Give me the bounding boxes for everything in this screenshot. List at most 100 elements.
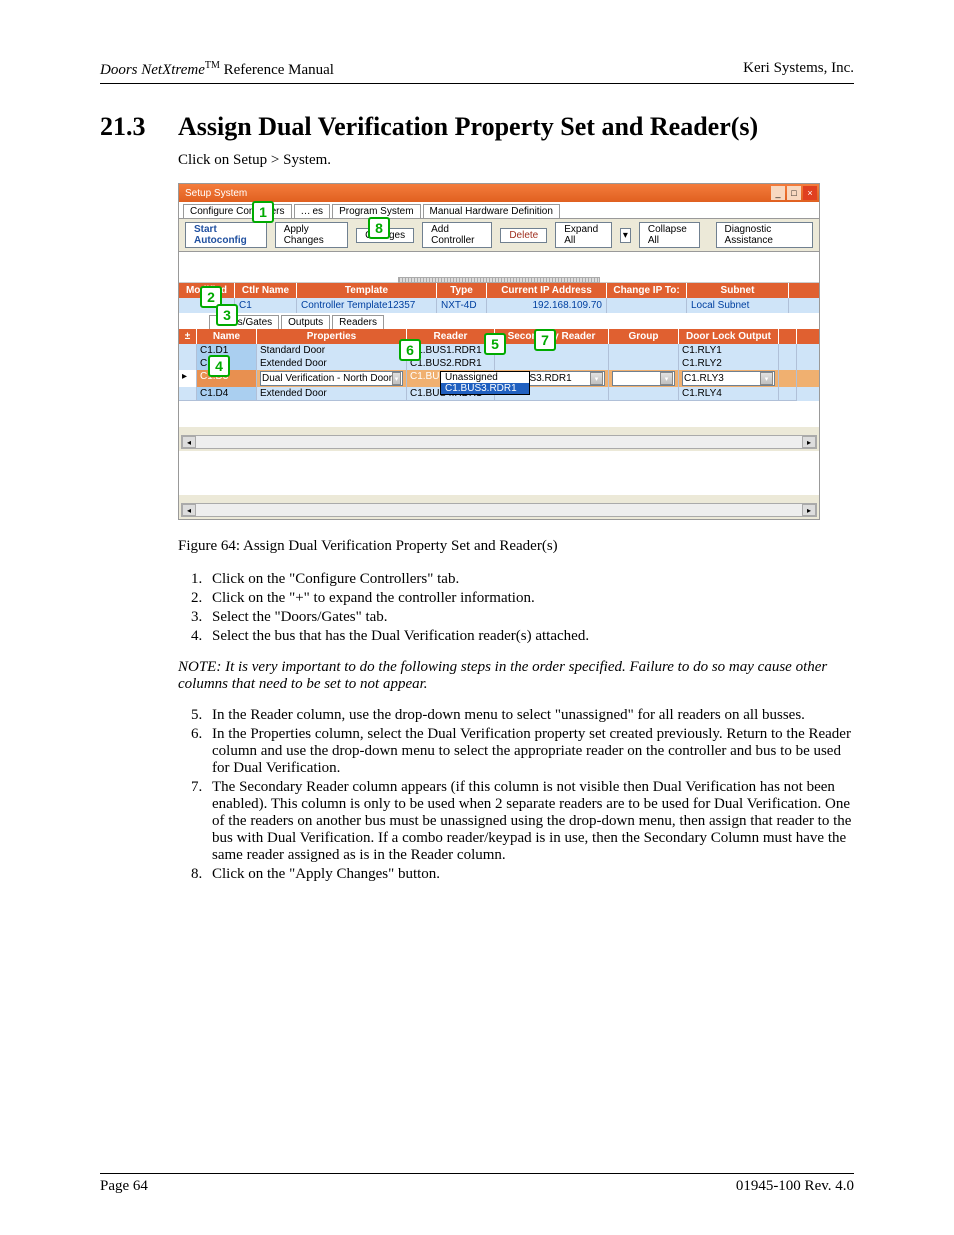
callout-3: 3 (216, 304, 238, 326)
cell-lock[interactable]: C1.RLY1 (679, 344, 779, 357)
minimize-icon[interactable]: _ (771, 186, 785, 200)
diagnostic-button[interactable]: Diagnostic Assistance (716, 222, 813, 248)
chevron-down-icon[interactable]: ▾ (590, 372, 603, 385)
close-icon[interactable]: × (803, 186, 817, 200)
steps-list-b: In the Reader column, use the drop-down … (178, 707, 854, 883)
list-item: Select the bus that has the Dual Verific… (206, 628, 854, 645)
callout-6: 6 (399, 339, 421, 361)
doc-type: Reference Manual (224, 62, 334, 78)
dropdown-option-selected[interactable]: C1.BUS3.RDR1 (441, 383, 529, 394)
callout-4: 4 (208, 355, 230, 377)
col-name[interactable]: Name (197, 329, 257, 344)
cell-name: C1 (235, 298, 297, 313)
steps-list-a: Click on the "Configure Controllers" tab… (178, 571, 854, 645)
col-expand[interactable]: ± (179, 329, 197, 344)
col-ctlr-name[interactable]: Ctlr Name (235, 283, 297, 298)
footer-page: Page 64 (100, 1178, 148, 1195)
start-autoconfig-button[interactable]: Start Autoconfig (185, 222, 267, 248)
tab-outputs[interactable]: Outputs (281, 315, 330, 329)
horizontal-scrollbar[interactable]: ◂ ▸ (181, 435, 817, 449)
splitter-handle[interactable] (398, 277, 600, 283)
chevron-down-icon[interactable]: ▾ (660, 372, 673, 385)
cell-group-dropdown[interactable]: ▾ (609, 370, 679, 387)
table-row[interactable]: C1.D2 Extended Door C1.BUS2.RDR1 C1.RLY2 (179, 357, 819, 370)
col-subnet[interactable]: Subnet (687, 283, 789, 298)
delete-button[interactable]: Delete (500, 228, 547, 243)
collapse-all-button[interactable]: Collapse All (639, 222, 700, 248)
controller-grid-header: Modified Ctlr Name Template Type Current… (179, 283, 819, 298)
list-item: In the Properties column, select the Dua… (206, 726, 854, 777)
callout-7: 7 (534, 329, 556, 351)
maximize-icon[interactable]: □ (787, 186, 801, 200)
product-name: Doors NetXtreme (100, 62, 205, 78)
cell-secondary[interactable] (495, 357, 609, 370)
list-item: Select the "Doors/Gates" tab. (206, 609, 854, 626)
callout-5: 5 (484, 333, 506, 355)
cell-group[interactable] (609, 387, 679, 401)
cell-lock[interactable]: C1.RLY2 (679, 357, 779, 370)
cell-lock-dropdown[interactable]: C1.RLY3▾ (679, 370, 779, 387)
col-type[interactable]: Type (437, 283, 487, 298)
toolbar: Start Autoconfig Apply Changes Changes A… (179, 219, 819, 252)
sub-tabs: Doors/Gates Outputs Readers (179, 313, 819, 329)
dropdown-option[interactable]: Unassigned (441, 372, 529, 383)
company-name: Keri Systems, Inc. (743, 60, 854, 79)
tab-hardware-definition[interactable]: Manual Hardware Definition (423, 204, 560, 218)
page-header: Doors NetXtremeTM Reference Manual Keri … (100, 60, 854, 79)
section-heading: 21.3Assign Dual Verification Property Se… (100, 112, 854, 142)
page-footer: Page 64 01945-100 Rev. 4.0 (100, 1173, 854, 1195)
cell-type: NXT-4D (437, 298, 487, 313)
add-controller-button[interactable]: Add Controller (422, 222, 492, 248)
blank-panel (179, 252, 819, 283)
callout-1: 1 (252, 201, 274, 223)
scroll-left-icon[interactable]: ◂ (182, 436, 196, 448)
secondary-reader-dropdown-list[interactable]: Unassigned C1.BUS3.RDR1 (440, 371, 530, 395)
list-item: Click on the "Configure Controllers" tab… (206, 571, 854, 588)
apply-changes-button[interactable]: Apply Changes (275, 222, 348, 248)
section-title: Assign Dual Verification Property Set an… (178, 112, 758, 141)
figure-caption: Figure 64: Assign Dual Verification Prop… (178, 538, 854, 555)
scroll-right-icon[interactable]: ▸ (802, 504, 816, 516)
top-tabs: Configure Controllers es Program System … (179, 202, 819, 219)
tab-truncated[interactable]: es (294, 204, 331, 218)
col-group[interactable]: Group (609, 329, 679, 344)
footer-rev: 01945-100 Rev. 4.0 (736, 1178, 854, 1195)
expand-all-dropdown-icon[interactable]: ▾ (620, 228, 631, 243)
scroll-right-icon[interactable]: ▸ (802, 436, 816, 448)
chevron-down-icon[interactable]: ▾ (392, 372, 401, 385)
list-item: Click on the "Apply Changes" button. (206, 866, 854, 883)
cell-template: Controller Template12357 (297, 298, 437, 313)
cell-properties[interactable]: Extended Door (257, 387, 407, 401)
horizontal-scrollbar[interactable]: ◂ ▸ (181, 503, 817, 517)
window-title: Setup System (185, 188, 247, 199)
col-door-lock-output[interactable]: Door Lock Output (679, 329, 779, 344)
cell-group[interactable] (609, 344, 679, 357)
list-item: In the Reader column, use the drop-down … (206, 707, 854, 724)
note-text: NOTE: It is very important to do the fol… (178, 659, 854, 693)
controller-row[interactable]: C1 Controller Template12357 NXT-4D 192.1… (179, 298, 819, 313)
cell-properties-dropdown[interactable]: Dual Verification - North Door▾ (257, 370, 407, 387)
col-properties[interactable]: Properties (257, 329, 407, 344)
col-template[interactable]: Template (297, 283, 437, 298)
trademark: TM (205, 60, 220, 71)
list-item: The Secondary Reader column appears (if … (206, 779, 854, 864)
cell-door-name: C1.D4 (197, 387, 257, 401)
tab-readers[interactable]: Readers (332, 315, 384, 329)
expand-all-button[interactable]: Expand All (555, 222, 612, 248)
tab-program-system[interactable]: Program System (332, 204, 420, 218)
cell-ip: 192.168.109.70 (487, 298, 607, 313)
cell-properties[interactable]: Standard Door (257, 344, 407, 357)
col-ip[interactable]: Current IP Address (487, 283, 607, 298)
list-item: Click on the "+" to expand the controlle… (206, 590, 854, 607)
chevron-down-icon[interactable]: ▾ (760, 372, 773, 385)
scroll-left-icon[interactable]: ◂ (182, 504, 196, 516)
section-number: 21.3 (100, 112, 178, 142)
tab-configure-controllers[interactable]: Configure Controllers (183, 204, 292, 218)
col-change-ip[interactable]: Change IP To: (607, 283, 687, 298)
intro-text: Click on Setup > System. (178, 152, 854, 169)
cell-group[interactable] (609, 357, 679, 370)
cell-lock[interactable]: C1.RLY4 (679, 387, 779, 401)
callout-8: 8 (368, 217, 390, 239)
cell-properties[interactable]: Extended Door (257, 357, 407, 370)
cell-change-ip (607, 298, 687, 313)
